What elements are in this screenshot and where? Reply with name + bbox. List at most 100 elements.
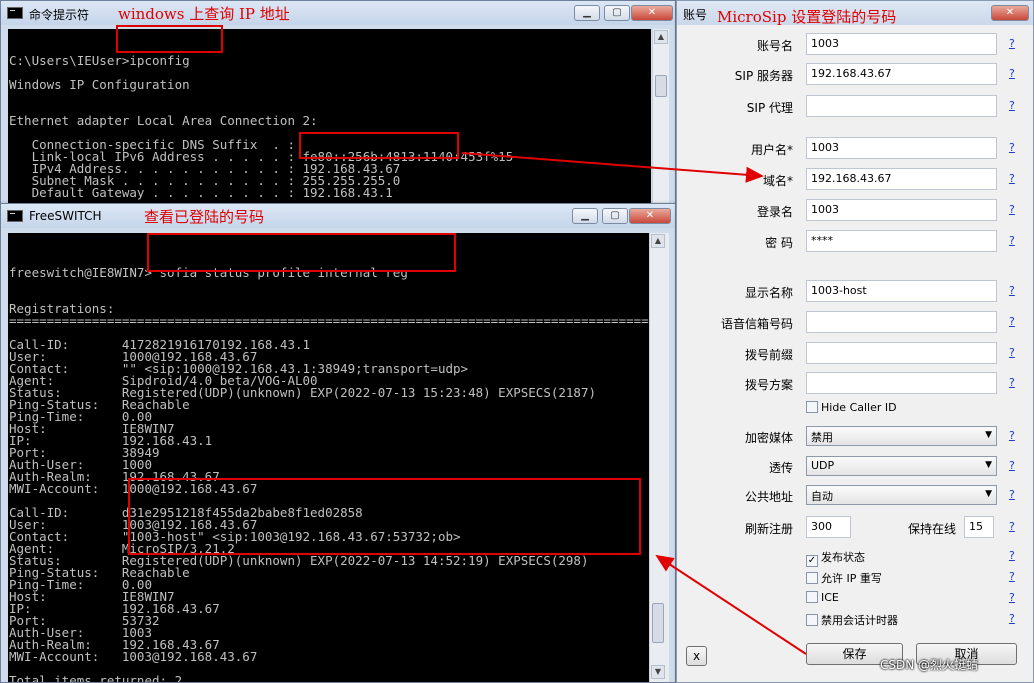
freeswitch-annotation: 查看已登陆的号码 [144, 208, 265, 226]
ice-checkbox[interactable]: ICE [806, 591, 839, 604]
login-label: 登录名 [756, 205, 793, 219]
scroll-up-icon[interactable]: ▲ [654, 30, 668, 44]
account-name-label: 账号名 [756, 39, 793, 53]
minimize-button[interactable]: ▁ [574, 5, 600, 21]
keepalive-field[interactable]: 15 [964, 516, 994, 538]
checkbox-label: 禁用会话计时器 [821, 614, 898, 627]
sip-proxy-field[interactable] [806, 95, 997, 117]
cmd-scrollbar[interactable]: ▲ [652, 29, 669, 209]
domain-label: 域名* [762, 174, 793, 188]
login-field[interactable]: 1003 [806, 199, 997, 221]
console-line: C:\Users\IEUser>ipconfig [9, 53, 190, 68]
help-link[interactable]: ? [1009, 284, 1015, 297]
cmd-titlebar[interactable]: 命令提示符 ▁ ▢ ✕ [1, 1, 675, 25]
scroll-thumb[interactable] [655, 75, 667, 97]
help-link[interactable]: ? [1009, 172, 1015, 185]
console-line: MWI-Account: 1003@192.168.43.67 [9, 649, 258, 664]
checkbox-label: ICE [821, 591, 839, 604]
help-link[interactable]: ? [1009, 99, 1015, 112]
checkbox-icon[interactable] [806, 591, 818, 603]
dial-plan-label: 拨号方案 [744, 378, 793, 392]
maximize-button[interactable]: ▢ [604, 5, 630, 21]
close-button[interactable]: ✕ [991, 5, 1029, 21]
voicemail-field[interactable] [806, 311, 997, 333]
refresh-field[interactable]: 300 [806, 516, 851, 538]
select-value: UDP [811, 459, 835, 472]
public-address-label: 公共地址 [744, 490, 793, 504]
voicemail-label: 语音信箱号码 [720, 317, 793, 331]
account-annotation: MicroSip 设置登陆的号码 [717, 8, 897, 26]
chevron-down-icon[interactable]: ▼ [985, 430, 992, 440]
close-button[interactable]: ✕ [631, 5, 673, 21]
cmd-window: 命令提示符 ▁ ▢ ✕ C:\Users\IEUser>ipconfig Wind… [0, 0, 676, 210]
password-field[interactable]: **** [806, 230, 997, 252]
scroll-thumb[interactable] [652, 603, 664, 643]
help-link[interactable]: ? [1009, 570, 1015, 583]
freeswitch-scrollbar[interactable]: ▲ ▼ [649, 233, 669, 682]
freeswitch-console[interactable]: freeswitch@IE8WIN7> sofia status profile… [8, 233, 649, 682]
help-link[interactable]: ? [1009, 234, 1015, 247]
dial-prefix-field[interactable] [806, 342, 997, 364]
checkbox-icon[interactable] [806, 614, 818, 626]
allow-ip-rewrite-checkbox[interactable]: 允许 IP 重写 [806, 570, 882, 586]
help-link[interactable]: ? [1009, 37, 1015, 50]
public-address-select[interactable]: 自动 ▼ [806, 485, 997, 505]
password-label: 密 码 [765, 236, 793, 250]
transport-label: 透传 [768, 461, 793, 475]
help-link[interactable]: ? [1009, 346, 1015, 359]
chevron-down-icon[interactable]: ▼ [985, 460, 992, 470]
x-button[interactable]: x [686, 646, 707, 666]
help-link[interactable]: ? [1009, 376, 1015, 389]
close-button[interactable]: ✕ [629, 208, 671, 224]
dial-prefix-label: 拨号前缀 [744, 348, 793, 362]
hide-caller-id-checkbox[interactable]: Hide Caller ID [806, 401, 897, 414]
minimize-button[interactable]: ▁ [572, 208, 598, 224]
transport-select[interactable]: UDP ▼ [806, 456, 997, 476]
help-link[interactable]: ? [1009, 488, 1015, 501]
console-icon [7, 210, 23, 222]
cmd-icon [7, 7, 23, 19]
checkbox-icon[interactable]: ✓ [806, 555, 818, 567]
checkbox-icon[interactable] [806, 572, 818, 584]
keepalive-label: 保持在线 [907, 522, 956, 536]
help-link[interactable]: ? [1009, 612, 1015, 625]
help-link[interactable]: ? [1009, 520, 1015, 533]
cmd-title: 命令提示符 [29, 8, 90, 22]
display-name-field[interactable]: 1003-host [806, 280, 997, 302]
help-link[interactable]: ? [1009, 203, 1015, 216]
cmd-annotation: windows 上查询 IP 地址 [118, 5, 290, 23]
scroll-down-icon[interactable]: ▼ [651, 665, 665, 679]
sip-server-label: SIP 服务器 [734, 69, 793, 83]
sip-server-field[interactable]: 192.168.43.67 [806, 63, 997, 85]
console-line: ========================================… [9, 313, 649, 328]
checkbox-label: 允许 IP 重写 [821, 572, 882, 585]
screenshot: 命令提示符 ▁ ▢ ✕ C:\Users\IEUser>ipconfig Wind… [0, 0, 1034, 683]
help-link[interactable]: ? [1009, 549, 1015, 562]
maximize-button[interactable]: ▢ [602, 208, 628, 224]
registration-highlight [128, 478, 641, 555]
checkbox-icon[interactable] [806, 401, 818, 413]
freeswitch-titlebar[interactable]: FreeSWITCH ▁ ▢ ✕ [1, 204, 675, 228]
dial-plan-field[interactable] [806, 372, 997, 394]
account-title: 账号 [683, 8, 708, 22]
console-line: Ethernet adapter Local Area Connection 2… [9, 113, 318, 128]
username-label: 用户名* [750, 143, 793, 157]
encryption-select[interactable]: 禁用 ▼ [806, 426, 997, 446]
freeswitch-window: FreeSWITCH ▁ ▢ ✕ freeswitch@IE8WIN7> sof… [0, 203, 676, 683]
help-link[interactable]: ? [1009, 67, 1015, 80]
scroll-up-icon[interactable]: ▲ [651, 234, 665, 248]
chevron-down-icon[interactable]: ▼ [985, 489, 992, 499]
help-link[interactable]: ? [1009, 591, 1015, 604]
cmd-console[interactable]: C:\Users\IEUser>ipconfig Windows IP Confi… [8, 29, 651, 209]
username-field[interactable]: 1003 [806, 137, 997, 159]
help-link[interactable]: ? [1009, 141, 1015, 154]
publish-presence-checkbox[interactable]: ✓ 发布状态 [806, 549, 865, 567]
help-link[interactable]: ? [1009, 459, 1015, 472]
domain-field[interactable]: 192.168.43.67 [806, 168, 997, 190]
disable-session-timer-checkbox[interactable]: 禁用会话计时器 [806, 612, 898, 628]
display-name-label: 显示名称 [744, 286, 793, 300]
help-link[interactable]: ? [1009, 315, 1015, 328]
account-name-field[interactable]: 1003 [806, 33, 997, 55]
help-link[interactable]: ? [1009, 429, 1015, 442]
sip-proxy-label: SIP 代理 [746, 101, 793, 115]
